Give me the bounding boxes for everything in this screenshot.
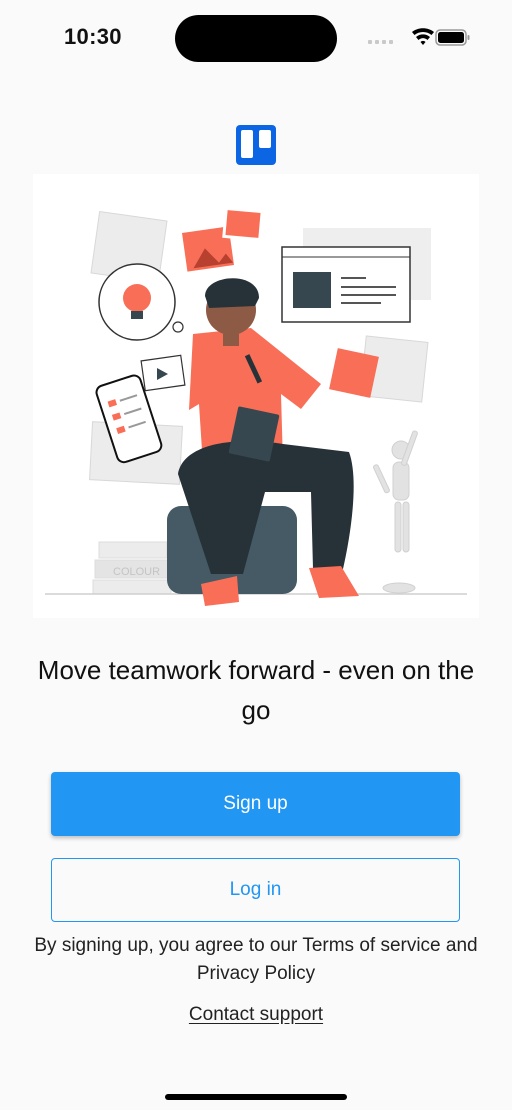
sign-up-button[interactable]: Sign up: [51, 772, 460, 836]
legal-line-privacy[interactable]: Privacy Policy: [0, 960, 512, 988]
browser-window: [281, 228, 431, 323]
dynamic-island: [175, 15, 337, 62]
status-bar: 10:30: [0, 0, 512, 80]
home-indicator: [165, 1094, 347, 1100]
contact-support-row: Contact support: [0, 1001, 512, 1029]
trello-logo-icon: [236, 125, 276, 165]
wifi-icon: [412, 28, 434, 45]
hero-illustration: COLOUR: [33, 174, 479, 618]
person-figure: [167, 278, 359, 606]
battery-icon: [435, 29, 470, 46]
legal-line-terms[interactable]: By signing up, you agree to our Terms of…: [0, 932, 512, 960]
cellular-icon: [368, 40, 393, 44]
page-title: Move teamwork forward - even on the go: [37, 655, 475, 725]
photo-frames: [178, 206, 264, 275]
books-stack: COLOUR: [92, 541, 172, 595]
contact-support-link[interactable]: Contact support: [189, 1004, 323, 1025]
books-label: COLOUR: [113, 566, 160, 578]
log-in-button[interactable]: Log in: [51, 858, 460, 922]
status-icons: [368, 28, 470, 46]
video-card: [140, 354, 186, 392]
wooden-mannequin: [373, 430, 418, 594]
lightbulb-bubble: [98, 263, 184, 341]
legal-text: By signing up, you agree to our Terms of…: [0, 932, 512, 988]
sticky-note: [329, 348, 379, 398]
status-time: 10:30: [64, 24, 122, 49]
